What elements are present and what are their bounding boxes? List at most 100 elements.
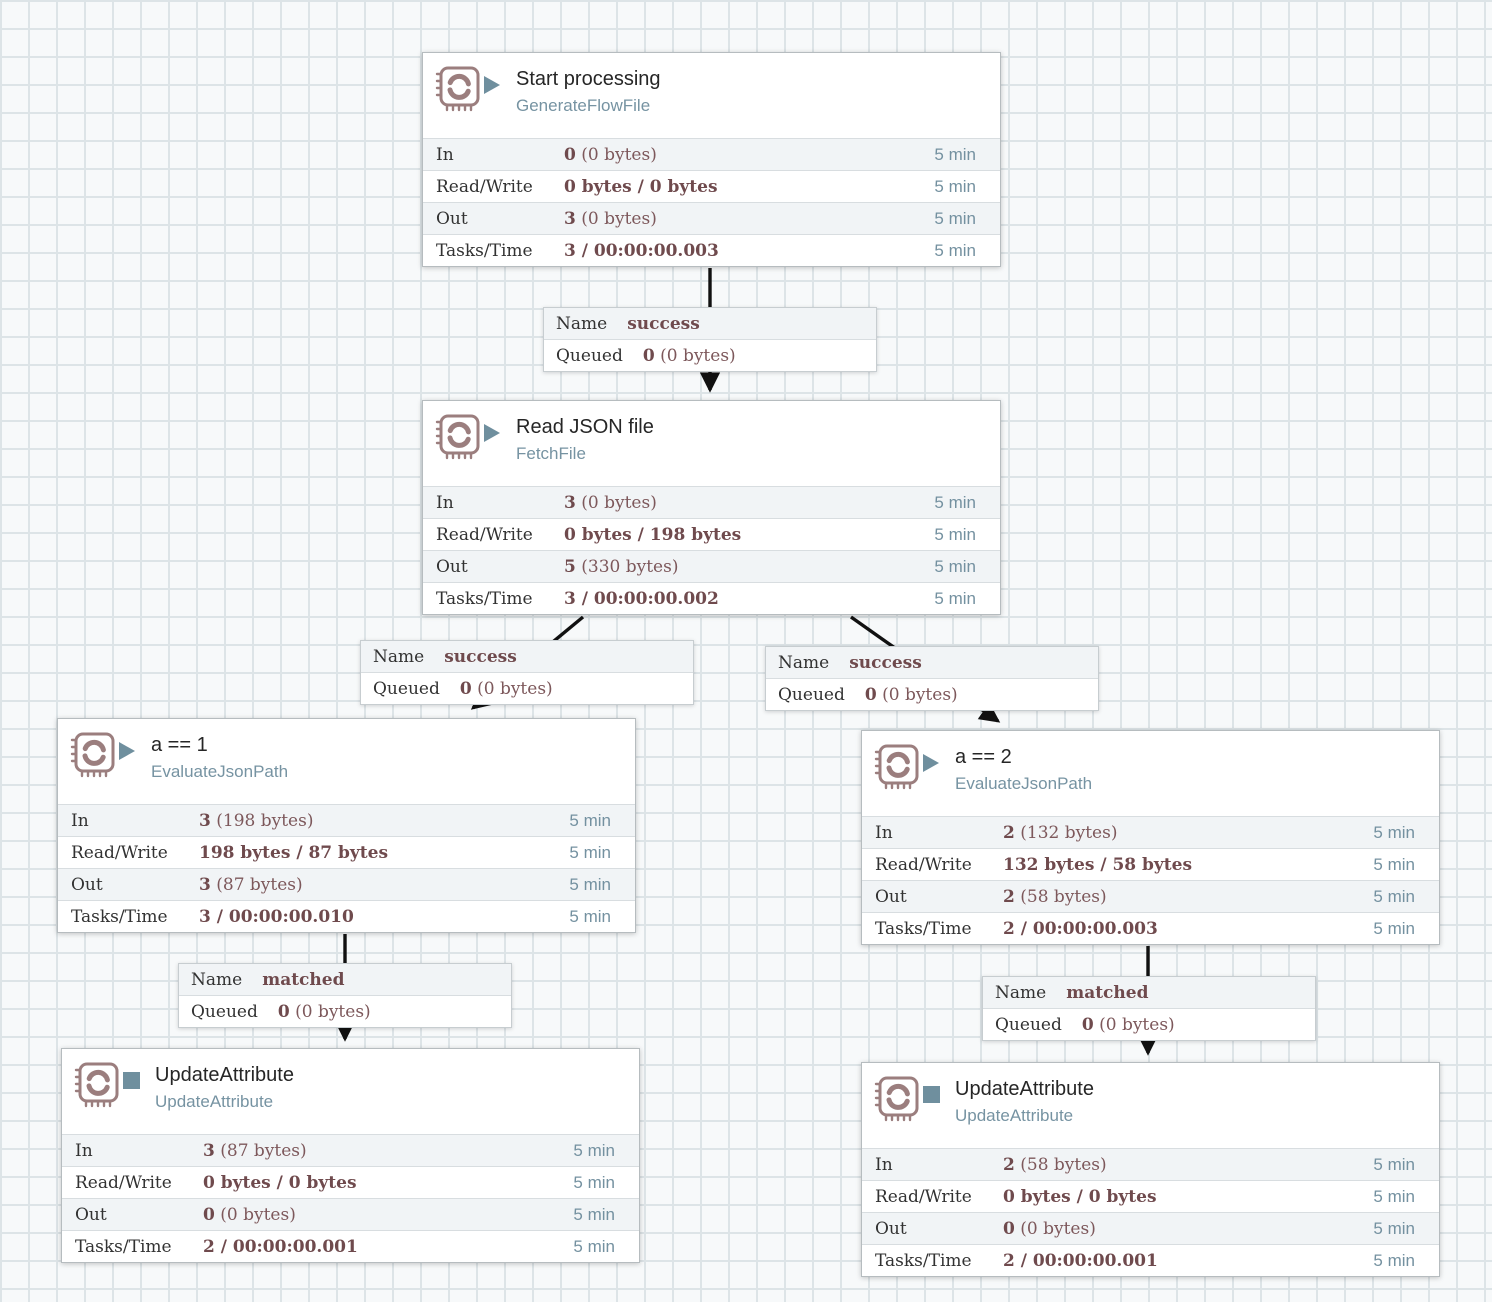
stat-value: 3 / 00:00:00.003 [564, 241, 934, 261]
connection-label-matched-2[interactable]: Name matched Queued 0 (0 bytes) [982, 976, 1316, 1041]
connection-queued-row: Queued 0 (0 bytes) [766, 679, 1098, 710]
stat-row-tasks: Tasks/Time 3 / 00:00:00.002 5 min [423, 582, 1000, 614]
stat-row-out: Out 2 (58 bytes) 5 min [862, 880, 1439, 912]
connection-label-matched-1[interactable]: Name matched Queued 0 (0 bytes) [178, 963, 512, 1028]
stat-row-tasks: Tasks/Time 2 / 00:00:00.003 5 min [862, 912, 1439, 944]
stat-label: Tasks/Time [423, 241, 564, 261]
processor-type: FetchFile [516, 441, 654, 466]
stat-row-readwrite: Read/Write 132 bytes / 58 bytes 5 min [862, 848, 1439, 880]
stat-label: Read/Write [62, 1173, 203, 1193]
connection-name-row: Name matched [179, 964, 511, 996]
stat-window: 5 min [573, 1237, 639, 1257]
processor-name: a == 1 [151, 731, 288, 759]
stat-label: Out [423, 209, 564, 229]
connection-queued-value: 0 (0 bytes) [460, 679, 553, 699]
play-icon [119, 742, 135, 760]
stat-label: Tasks/Time [862, 919, 1003, 939]
stat-row-readwrite: Read/Write 0 bytes / 0 bytes 5 min [423, 170, 1000, 202]
stat-row-out: Out 0 (0 bytes) 5 min [862, 1212, 1439, 1244]
processor-header: Start processing GenerateFlowFile [423, 53, 1000, 138]
connection-queued-label: Queued [995, 1015, 1062, 1035]
stat-window: 5 min [1373, 1187, 1439, 1207]
stat-row-in: In 0 (0 bytes) 5 min [423, 138, 1000, 170]
play-icon [484, 76, 500, 94]
stat-window: 5 min [573, 1141, 639, 1161]
stat-label: Tasks/Time [58, 907, 199, 927]
stat-label: Out [862, 1219, 1003, 1239]
processor-type: UpdateAttribute [155, 1089, 294, 1114]
stat-label: In [862, 1155, 1003, 1175]
stat-window: 5 min [569, 875, 635, 895]
processor-a-equals-2[interactable]: a == 2 EvaluateJsonPath In 2 (132 bytes)… [861, 730, 1440, 945]
stat-window: 5 min [569, 811, 635, 831]
stat-label: Tasks/Time [62, 1237, 203, 1257]
stat-window: 5 min [934, 177, 1000, 197]
stat-label: Out [58, 875, 199, 895]
processor-header: a == 2 EvaluateJsonPath [862, 731, 1439, 816]
stat-row-out: Out 5 (330 bytes) 5 min [423, 550, 1000, 582]
stat-value: 3 / 00:00:00.002 [564, 589, 934, 609]
stat-value: 2 (132 bytes) [1003, 823, 1373, 843]
processor-name: Read JSON file [516, 413, 654, 441]
connection-queued-value: 0 (0 bytes) [643, 346, 736, 366]
processor-header: Read JSON file FetchFile [423, 401, 1000, 486]
stat-window: 5 min [934, 493, 1000, 513]
stat-value: 2 / 00:00:00.001 [203, 1237, 573, 1257]
processor-a-equals-1[interactable]: a == 1 EvaluateJsonPath In 3 (198 bytes)… [57, 718, 636, 933]
processor-read-json-file[interactable]: Read JSON file FetchFile In 3 (0 bytes) … [422, 400, 1001, 615]
stat-value: 2 (58 bytes) [1003, 1155, 1373, 1175]
processor-name: Start processing [516, 65, 661, 93]
connection-label-success-2[interactable]: Name success Queued 0 (0 bytes) [360, 640, 694, 705]
stat-value: 0 bytes / 0 bytes [564, 177, 934, 197]
connection-name-value: matched [1066, 983, 1148, 1003]
stat-value: 0 bytes / 198 bytes [564, 525, 934, 545]
processor-stamp-icon [433, 412, 481, 460]
stat-row-in: In 3 (87 bytes) 5 min [62, 1134, 639, 1166]
stat-row-readwrite: Read/Write 0 bytes / 0 bytes 5 min [862, 1180, 1439, 1212]
processor-stamp-icon [68, 730, 116, 778]
processor-stamp-icon [433, 64, 481, 112]
stat-value: 3 (0 bytes) [564, 209, 934, 229]
processor-name: a == 2 [955, 743, 1092, 771]
processor-stats: In 3 (0 bytes) 5 min Read/Write 0 bytes … [423, 486, 1000, 614]
stat-row-tasks: Tasks/Time 2 / 00:00:00.001 5 min [862, 1244, 1439, 1276]
processor-header: UpdateAttribute UpdateAttribute [862, 1063, 1439, 1148]
connection-queued-label: Queued [778, 685, 845, 705]
stat-value: 2 / 00:00:00.003 [1003, 919, 1373, 939]
processor-stamp-icon [872, 742, 920, 790]
stat-row-out: Out 3 (0 bytes) 5 min [423, 202, 1000, 234]
processor-update-attribute-right[interactable]: UpdateAttribute UpdateAttribute In 2 (58… [861, 1062, 1440, 1277]
processor-update-attribute-left[interactable]: UpdateAttribute UpdateAttribute In 3 (87… [61, 1048, 640, 1263]
processor-type: EvaluateJsonPath [151, 759, 288, 784]
stat-window: 5 min [1373, 1155, 1439, 1175]
stat-window: 5 min [1373, 823, 1439, 843]
connection-label-success-3[interactable]: Name success Queued 0 (0 bytes) [765, 646, 1099, 711]
stat-window: 5 min [934, 557, 1000, 577]
connection-name-value: success [849, 653, 922, 673]
stat-row-tasks: Tasks/Time 2 / 00:00:00.001 5 min [62, 1230, 639, 1262]
connection-queued-label: Queued [373, 679, 440, 699]
stat-label: In [862, 823, 1003, 843]
connection-queued-row: Queued 0 (0 bytes) [983, 1009, 1315, 1040]
processor-header: a == 1 EvaluateJsonPath [58, 719, 635, 804]
stat-value: 3 (0 bytes) [564, 493, 934, 513]
connection-name-value: success [444, 647, 517, 667]
stop-square-icon [123, 1072, 140, 1089]
connection-label-success-1[interactable]: Name success Queued 0 (0 bytes) [543, 307, 877, 372]
stat-label: Tasks/Time [862, 1251, 1003, 1271]
stat-window: 5 min [573, 1173, 639, 1193]
stat-row-out: Out 3 (87 bytes) 5 min [58, 868, 635, 900]
stat-label: Out [862, 887, 1003, 907]
stat-row-out: Out 0 (0 bytes) 5 min [62, 1198, 639, 1230]
stat-label: In [62, 1141, 203, 1161]
connection-name-label: Name [191, 970, 242, 990]
stat-row-readwrite: Read/Write 0 bytes / 0 bytes 5 min [62, 1166, 639, 1198]
processor-stats: In 2 (132 bytes) 5 min Read/Write 132 by… [862, 816, 1439, 944]
connection-name-label: Name [778, 653, 829, 673]
stat-value: 0 (0 bytes) [203, 1205, 573, 1225]
connection-name-value: success [627, 314, 700, 334]
stat-value: 0 (0 bytes) [564, 145, 934, 165]
stat-value: 0 bytes / 0 bytes [203, 1173, 573, 1193]
stat-value: 0 (0 bytes) [1003, 1219, 1373, 1239]
processor-start-processing[interactable]: Start processing GenerateFlowFile In 0 (… [422, 52, 1001, 267]
